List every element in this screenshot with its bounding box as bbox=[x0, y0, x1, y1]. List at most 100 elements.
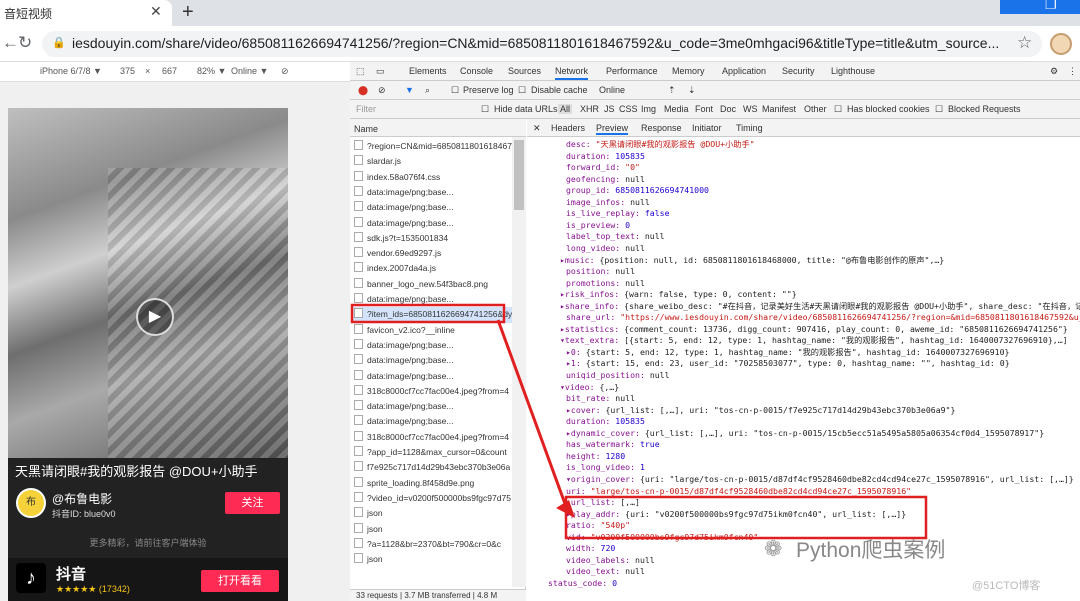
request-row[interactable]: slardar.js bbox=[352, 154, 512, 169]
request-row[interactable]: data:image/png;base... bbox=[352, 292, 512, 307]
json-line[interactable]: group_id: 6850811626694741000 bbox=[566, 185, 709, 197]
json-line[interactable]: ▾text_extra: [{start: 5, end: 12, type: … bbox=[560, 335, 1068, 347]
json-line[interactable]: geofencing: null bbox=[566, 174, 645, 186]
request-row[interactable]: data:image/png;base... bbox=[352, 200, 512, 215]
blocked-requests-checkbox[interactable]: ☐ bbox=[935, 104, 943, 115]
json-line[interactable]: ▸dynamic_cover: {url_list: [,…], uri: "t… bbox=[566, 428, 1044, 440]
request-row[interactable]: vendor.69ed9297.js bbox=[352, 246, 512, 261]
json-line[interactable]: ▸0: {start: 5, end: 12, type: 1, hashtag… bbox=[566, 347, 1009, 359]
disable-cache-checkbox[interactable]: ☐ bbox=[518, 85, 526, 96]
json-line[interactable]: ▸1: {start: 15, end: 23, user_id: "70258… bbox=[566, 358, 1010, 370]
filter-ws[interactable]: WS bbox=[743, 104, 758, 114]
json-line[interactable]: ▾origin_cover: {uri: "large/tos-cn-p-001… bbox=[566, 474, 1074, 486]
json-line[interactable]: ▸risk_infos: {warn: false, type: 0, cont… bbox=[560, 289, 797, 301]
reload-icon[interactable]: ↻ bbox=[18, 33, 32, 53]
json-line[interactable]: ▸share_info: {share_weibo_desc: "#在抖音，记录… bbox=[560, 301, 1080, 313]
json-line[interactable]: desc: "天黑请闭眼#我的观影报告 @DOU+小助手" bbox=[566, 139, 755, 151]
request-row[interactable]: data:image/png;base... bbox=[352, 185, 512, 200]
name-column-header[interactable]: Name bbox=[350, 119, 526, 137]
hide-data-checkbox[interactable]: ☐ bbox=[481, 104, 489, 115]
json-line[interactable]: status_code: 0 bbox=[548, 578, 617, 590]
tab-elements[interactable]: Elements bbox=[409, 66, 447, 76]
profile-avatar[interactable] bbox=[1050, 33, 1072, 55]
new-tab-icon[interactable]: + bbox=[182, 1, 194, 24]
json-line[interactable]: uniqid_position: null bbox=[566, 370, 670, 382]
json-line[interactable]: video_text: null bbox=[566, 566, 645, 578]
tab-lighthouse[interactable]: Lighthouse bbox=[831, 66, 875, 76]
bookmark-star-icon[interactable]: ☆ bbox=[1017, 33, 1032, 53]
tab-preview[interactable]: Preview bbox=[596, 123, 629, 135]
json-line[interactable]: width: 720 bbox=[566, 543, 615, 555]
json-line[interactable]: share_url: "https://www.iesdouyin.com/sh… bbox=[566, 312, 1080, 324]
request-row[interactable]: data:image/png;base... bbox=[352, 216, 512, 231]
json-line[interactable]: image_infos: null bbox=[566, 197, 650, 209]
request-row[interactable]: index.58a076f4.css bbox=[352, 170, 512, 185]
device-select[interactable]: iPhone 6/7/8 ▼ bbox=[40, 66, 102, 76]
json-line[interactable]: vid: "v0200f500000bs9fgc97d75ikm0fcn40" bbox=[566, 532, 758, 544]
request-row[interactable]: 318c8000cf7cc7fac00e4.jpeg?from=4 bbox=[352, 430, 512, 445]
json-line[interactable]: label_top_text: null bbox=[566, 231, 665, 243]
rotate-icon[interactable]: ⊘ bbox=[281, 66, 289, 77]
tab-response[interactable]: Response bbox=[641, 123, 682, 133]
request-row[interactable]: ?app_id=1128&max_cursor=0&count bbox=[352, 445, 512, 460]
json-line[interactable]: duration: 105835 bbox=[566, 416, 645, 428]
json-line[interactable]: position: null bbox=[566, 266, 635, 278]
device-width[interactable]: 375 bbox=[120, 66, 135, 76]
zoom-select[interactable]: 82% ▼ bbox=[197, 66, 226, 76]
throttle-select[interactable]: Online bbox=[599, 85, 625, 95]
json-line[interactable]: ▸cover: {url_list: [,…], uri: "tos-cn-p-… bbox=[566, 405, 955, 417]
tab-initiator[interactable]: Initiator bbox=[692, 123, 722, 133]
request-row[interactable]: data:image/png;base... bbox=[352, 414, 512, 429]
json-line[interactable]: is_long_video: 1 bbox=[566, 462, 645, 474]
json-line[interactable]: is_live_replay: false bbox=[566, 208, 670, 220]
json-line[interactable]: bit_rate: null bbox=[566, 393, 635, 405]
request-row[interactable]: index.2007da4a.js bbox=[352, 261, 512, 276]
download-icon[interactable]: ⇣ bbox=[688, 85, 696, 96]
json-line[interactable]: ▸play_addr: {uri: "v0200f500000bs9fgc97d… bbox=[566, 509, 906, 521]
json-line[interactable]: is_preview: 0 bbox=[566, 220, 630, 232]
request-row[interactable]: ?region=CN&mid=6850811801618467592 bbox=[352, 139, 512, 154]
lock-icon[interactable]: 🔒 bbox=[52, 36, 66, 49]
filter-media[interactable]: Media bbox=[664, 104, 689, 114]
filter-js[interactable]: JS bbox=[604, 104, 615, 114]
tab-memory[interactable]: Memory bbox=[672, 66, 705, 76]
filter-other[interactable]: Other bbox=[804, 104, 827, 114]
request-row[interactable]: data:image/png;base... bbox=[352, 338, 512, 353]
close-detail-icon[interactable]: ✕ bbox=[533, 123, 541, 134]
tab-performance[interactable]: Performance bbox=[606, 66, 658, 76]
preserve-log-checkbox[interactable]: ☐ bbox=[451, 85, 459, 96]
json-line[interactable]: ▸statistics: {comment_count: 13736, digg… bbox=[560, 324, 1068, 336]
tab-application[interactable]: Application bbox=[722, 66, 766, 76]
json-line[interactable]: promotions: null bbox=[566, 278, 645, 290]
upload-icon[interactable]: ⇡ bbox=[668, 85, 676, 96]
filter-img[interactable]: Img bbox=[641, 104, 656, 114]
settings-icon[interactable]: ⚙ bbox=[1050, 66, 1058, 77]
json-line[interactable]: long_video: null bbox=[566, 243, 645, 255]
network-select[interactable]: Online ▼ bbox=[231, 66, 268, 76]
tab-security[interactable]: Security bbox=[782, 66, 815, 76]
json-line[interactable]: forward_id: "0" bbox=[566, 162, 640, 174]
tab-console[interactable]: Console bbox=[460, 66, 493, 76]
request-row[interactable]: f7e925c717d14d29b43ebc370b3e06a bbox=[352, 460, 512, 475]
request-row[interactable]: ?a=1128&br=2370&bt=790&cr=0&c bbox=[352, 537, 512, 552]
record-icon[interactable]: ⬤ bbox=[358, 85, 368, 96]
json-line[interactable]: ▾video: {,…} bbox=[560, 382, 619, 394]
request-row[interactable]: data:image/png;base... bbox=[352, 399, 512, 414]
request-row[interactable]: data:image/png;base... bbox=[352, 353, 512, 368]
clear-icon[interactable]: ⊘ bbox=[378, 85, 386, 96]
request-row[interactable]: 318c8000cf7cc7fac00e4.jpeg?from=4 bbox=[352, 384, 512, 399]
request-row[interactable]: sdk.js?t=1535001834 bbox=[352, 231, 512, 246]
filter-all[interactable]: All bbox=[558, 104, 573, 114]
filter-icon[interactable]: ▼ bbox=[405, 85, 414, 95]
tab-headers[interactable]: Headers bbox=[551, 123, 585, 133]
filter-input[interactable]: Filter bbox=[356, 104, 376, 114]
list-scroll-thumb[interactable] bbox=[514, 140, 524, 210]
follow-button[interactable]: 关注 bbox=[225, 492, 280, 514]
filter-css[interactable]: CSS bbox=[619, 104, 638, 114]
request-row[interactable]: data:image/png;base... bbox=[352, 369, 512, 384]
back-icon[interactable]: ← bbox=[2, 33, 19, 53]
request-row[interactable]: json bbox=[352, 552, 512, 567]
json-line[interactable]: has_watermark: true bbox=[566, 439, 660, 451]
filter-doc[interactable]: Doc bbox=[720, 104, 736, 114]
device-height[interactable]: 667 bbox=[162, 66, 177, 76]
